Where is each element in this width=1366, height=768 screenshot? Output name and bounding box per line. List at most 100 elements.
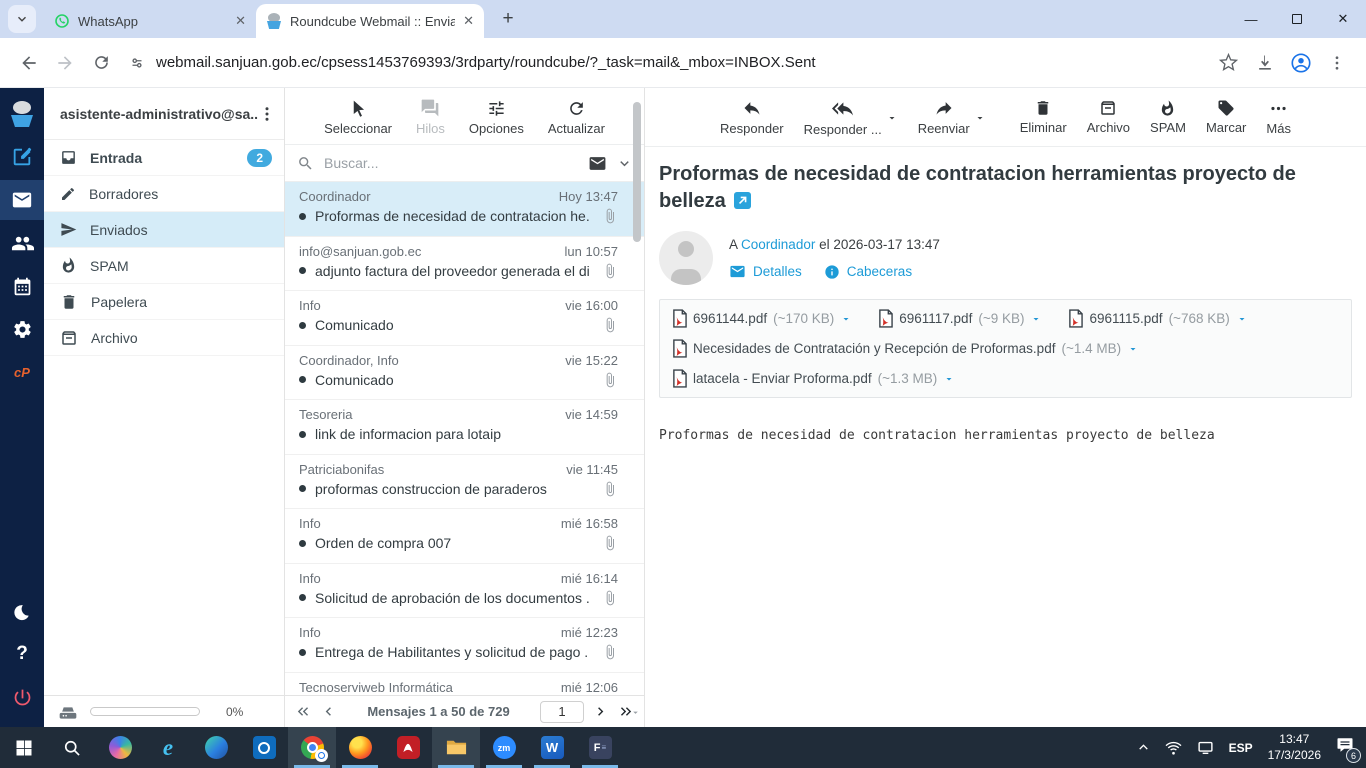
clock[interactable]: 13:47 17/3/2026 xyxy=(1268,732,1321,763)
wifi-icon[interactable] xyxy=(1165,739,1182,756)
help-button[interactable]: ? xyxy=(0,634,44,674)
reload-button[interactable] xyxy=(84,46,118,80)
dark-mode-button[interactable] xyxy=(0,591,44,631)
tab-whatsapp[interactable]: WhatsApp ✕ xyxy=(44,4,256,38)
downloads-icon[interactable] xyxy=(1248,46,1282,80)
message-row[interactable]: Info mié 16:58 Orden de compra 007 xyxy=(285,509,644,564)
open-in-new-window-icon[interactable] xyxy=(733,190,751,209)
browser-menu-icon[interactable] xyxy=(1320,46,1354,80)
prev-page-button[interactable] xyxy=(320,703,337,720)
next-page-button[interactable] xyxy=(592,703,609,720)
message-row[interactable]: Tesoreria vie 14:59 link de informacion pa… xyxy=(285,400,644,455)
reader-toolbar-spam[interactable]: SPAM xyxy=(1150,99,1186,135)
restore-button[interactable] xyxy=(1274,0,1320,38)
message-row[interactable]: Tecnoserviweb Informática mié 12:06 xyxy=(285,673,644,696)
omnibox[interactable]: webmail.sanjuan.gob.ec/cpsess1453769393/… xyxy=(120,45,1246,81)
attachment-item[interactable]: 6961115.pdf (~768 KB) xyxy=(1068,309,1247,328)
attachment-item[interactable]: 6961117.pdf (~9 KB) xyxy=(878,309,1042,328)
message-row[interactable]: Info vie 16:00 Comunicado xyxy=(285,291,644,346)
nav-mail-button[interactable] xyxy=(0,180,44,220)
tab-search-button[interactable] xyxy=(8,5,36,33)
action-detalles[interactable]: Detalles xyxy=(729,263,802,280)
forward-button[interactable] xyxy=(48,46,82,80)
taskbar-zoom-icon[interactable]: zm xyxy=(480,727,528,768)
envelope-icon xyxy=(729,263,746,280)
url-text[interactable]: webmail.sanjuan.gob.ec/cpsess1453769393/… xyxy=(156,54,1209,71)
page-input[interactable] xyxy=(540,700,584,723)
tab-close-icon[interactable]: ✕ xyxy=(463,13,474,29)
attachment-menu-caret-icon[interactable] xyxy=(1236,313,1248,325)
reader-toolbar-archivo[interactable]: Archivo xyxy=(1087,99,1130,135)
close-button[interactable]: ✕ xyxy=(1320,0,1366,38)
tab-roundcube[interactable]: Roundcube Webmail :: Enviados ✕ xyxy=(256,4,484,38)
reader-toolbar-responder[interactable]: Responder xyxy=(720,98,784,136)
folder-item-enviados[interactable]: Enviados xyxy=(44,212,284,248)
attachment-menu-caret-icon[interactable] xyxy=(1127,343,1139,355)
folder-item-borradores[interactable]: Borradores xyxy=(44,176,284,212)
search-input[interactable] xyxy=(324,155,578,171)
nav-cpanel-button[interactable]: cP xyxy=(0,352,44,392)
search-scope-icon[interactable] xyxy=(588,154,607,173)
taskbar-firefox-icon[interactable] xyxy=(336,727,384,768)
nav-settings-button[interactable] xyxy=(0,309,44,349)
taskbar-edge-icon[interactable] xyxy=(192,727,240,768)
bookmark-star-icon[interactable] xyxy=(1219,53,1238,72)
attachment-item[interactable]: latacela - Enviar Proforma.pdf (~1.3 MB) xyxy=(672,369,955,388)
attachment-item[interactable]: 6961144.pdf (~170 KB) xyxy=(672,309,852,328)
taskbar-fapp-icon[interactable]: F ≡ xyxy=(576,727,624,768)
taskbar-ie-icon[interactable]: e xyxy=(144,727,192,768)
list-toolbar-actualizar[interactable]: Actualizar xyxy=(548,99,605,136)
message-row[interactable]: Info mié 12:23 Entrega de Habilitantes y s… xyxy=(285,618,644,673)
reader-toolbar-reenviar[interactable]: Reenviar xyxy=(918,98,986,136)
minimize-button[interactable]: — xyxy=(1228,0,1274,38)
action-cabeceras[interactable]: Cabeceras xyxy=(824,264,912,280)
taskbar-start-icon[interactable] xyxy=(0,727,48,768)
message-row[interactable]: info@sanjuan.gob.ec lun 10:57 adjunto fact… xyxy=(285,237,644,291)
attachment-menu-caret-icon[interactable] xyxy=(943,373,955,385)
reader-toolbar-responder-[interactable]: Responder ... xyxy=(804,98,898,137)
tray-expand-icon[interactable] xyxy=(1137,741,1150,754)
compose-button[interactable] xyxy=(0,137,44,177)
search-bar xyxy=(285,145,644,182)
message-row[interactable]: Info mié 16:14 Solicitud de aprobación de … xyxy=(285,564,644,618)
taskbar-acrobat-icon[interactable] xyxy=(384,727,432,768)
message-row[interactable]: Coordinador Hoy 13:47 Proformas de necesid… xyxy=(285,182,644,237)
notification-center-icon[interactable]: 6 xyxy=(1336,736,1361,763)
profile-icon[interactable] xyxy=(1284,46,1318,80)
taskbar-word-icon[interactable]: W xyxy=(528,727,576,768)
taskbar-copilot-icon[interactable] xyxy=(96,727,144,768)
site-info-icon[interactable] xyxy=(128,54,146,72)
reader-toolbar-m-s[interactable]: Más xyxy=(1266,99,1291,136)
taskbar-chrome-icon[interactable] xyxy=(288,727,336,768)
tab-close-icon[interactable]: ✕ xyxy=(235,13,246,29)
taskbar-explorer-icon[interactable] xyxy=(432,727,480,768)
message-row[interactable]: Coordinador, Info vie 15:22 Comunicado xyxy=(285,346,644,400)
folder-item-papelera[interactable]: Papelera xyxy=(44,284,284,320)
folder-item-spam[interactable]: SPAM xyxy=(44,248,284,284)
recipient-link[interactable]: Coordinador xyxy=(741,237,815,252)
back-button[interactable] xyxy=(12,46,46,80)
account-menu-icon[interactable] xyxy=(258,105,276,123)
message-row[interactable]: Patriciabonifas vie 11:45 proformas constr… xyxy=(285,455,644,509)
scroll-down-icon[interactable] xyxy=(630,705,641,723)
list-toolbar-opciones[interactable]: Opciones xyxy=(469,99,524,136)
search-options-chevron-icon[interactable] xyxy=(617,156,632,171)
nav-contacts-button[interactable] xyxy=(0,223,44,263)
attachment-item[interactable]: Necesidades de Contratación y Recepción … xyxy=(672,339,1139,358)
attachment-menu-caret-icon[interactable] xyxy=(1030,313,1042,325)
logout-button[interactable] xyxy=(0,677,44,717)
new-tab-button[interactable]: + xyxy=(494,5,522,33)
list-toolbar-seleccionar[interactable]: Seleccionar xyxy=(324,99,392,136)
display-cast-icon[interactable] xyxy=(1197,739,1214,756)
nav-calendar-button[interactable] xyxy=(0,266,44,306)
language-indicator[interactable]: ESP xyxy=(1229,741,1253,755)
taskbar-search-icon[interactable] xyxy=(48,727,96,768)
folder-item-archivo[interactable]: Archivo xyxy=(44,320,284,356)
first-page-button[interactable] xyxy=(295,703,312,720)
folder-item-entrada[interactable]: Entrada 2 xyxy=(44,140,284,176)
reader-toolbar-marcar[interactable]: Marcar xyxy=(1206,99,1246,135)
attachment-menu-caret-icon[interactable] xyxy=(840,313,852,325)
list-scrollbar[interactable] xyxy=(633,102,641,242)
taskbar-outlook-icon[interactable] xyxy=(240,727,288,768)
reader-toolbar-eliminar[interactable]: Eliminar xyxy=(1020,99,1067,135)
